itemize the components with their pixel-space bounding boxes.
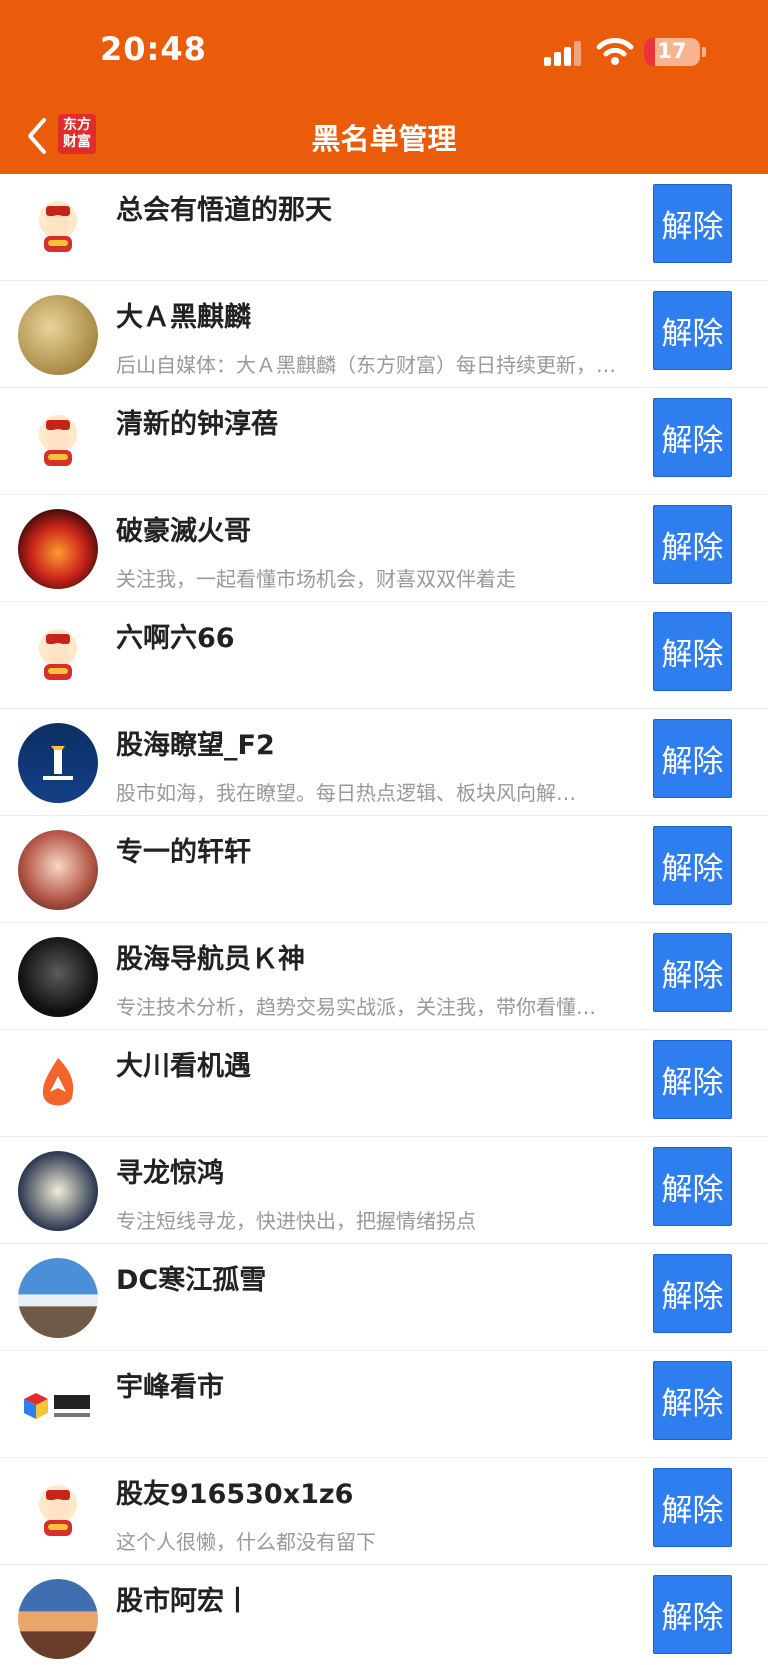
battery-level: 17 <box>657 39 687 63</box>
user-name[interactable]: 大川看机遇 <box>116 1044 251 1083</box>
battery-icon: 17 <box>644 38 700 66</box>
unblock-button[interactable]: 解除 <box>653 612 732 691</box>
avatar[interactable] <box>18 1258 98 1338</box>
unblock-button[interactable]: 解除 <box>653 291 732 370</box>
unblock-button[interactable]: 解除 <box>653 1575 732 1654</box>
avatar[interactable] <box>18 830 98 910</box>
user-description: 这个人很懒，什么都没有留下 <box>116 1530 376 1554</box>
user-description: 专注技术分析，趋势交易实战派，关注我，带你看懂… <box>116 995 596 1019</box>
user-name[interactable]: 专一的轩轩 <box>116 830 251 869</box>
list-item[interactable]: 股海导航员Ｋ神专注技术分析，趋势交易实战派，关注我，带你看懂… 解除 <box>0 923 768 1030</box>
user-description: 关注我，一起看懂市场机会，财喜双双伴着走 <box>116 567 516 591</box>
avatar[interactable] <box>18 937 98 1017</box>
avatar[interactable] <box>18 616 98 696</box>
user-description: 后山自媒体：大Ａ黑麒麟（东方财富）每日持续更新，… <box>116 353 616 377</box>
list-item[interactable]: 六啊六66 解除 <box>0 602 768 709</box>
list-item[interactable]: 宇峰看市 解除 <box>0 1351 768 1458</box>
list-item[interactable]: 破豪滅火哥关注我，一起看懂市场机会，财喜双双伴着走 解除 <box>0 495 768 602</box>
unblock-button[interactable]: 解除 <box>653 1040 732 1119</box>
app-header: 20:48 17 东方 财富 黑名单管理 <box>0 0 768 174</box>
unblock-button[interactable]: 解除 <box>653 398 732 477</box>
page-title: 黑名单管理 <box>311 122 457 156</box>
unblock-button[interactable]: 解除 <box>653 1147 732 1226</box>
avatar[interactable] <box>18 188 98 268</box>
user-name[interactable]: 大Ａ黑麒麟 <box>116 295 251 334</box>
yufeng-logo-icon <box>24 1393 90 1419</box>
list-item[interactable]: 总会有悟道的那天 解除 <box>0 174 768 281</box>
user-name[interactable]: 寻龙惊鸿 <box>116 1151 224 1190</box>
list-item[interactable]: 股海瞭望_F2 股市如海，我在瞭望。每日热点逻辑、板块风向解… 解除 <box>0 709 768 816</box>
user-name[interactable]: 宇峰看市 <box>116 1365 224 1404</box>
wifi-icon <box>596 38 634 65</box>
user-description: 专注短线寻龙，快进快出，把握情绪拐点 <box>116 1209 476 1233</box>
list-item[interactable]: DC寒江孤雪 解除 <box>0 1244 768 1351</box>
avatar[interactable] <box>18 1472 98 1552</box>
unblock-button[interactable]: 解除 <box>653 1361 732 1440</box>
list-item[interactable]: 清新的钟淳蓓 解除 <box>0 388 768 495</box>
list-item[interactable]: 专一的轩轩 解除 <box>0 816 768 923</box>
unblock-button[interactable]: 解除 <box>653 826 732 905</box>
avatar[interactable] <box>18 402 98 482</box>
list-item[interactable]: 寻龙惊鸿专注短线寻龙，快进快出，把握情绪拐点 解除 <box>0 1137 768 1244</box>
fortune-god-icon <box>44 1490 72 1536</box>
cellular-signal-icon <box>544 40 584 66</box>
list-item[interactable]: 股友916530x1z6 这个人很懒，什么都没有留下 解除 <box>0 1458 768 1565</box>
user-name[interactable]: DC寒江孤雪 <box>116 1258 266 1297</box>
user-name[interactable]: 股市阿宏丨 <box>116 1579 251 1618</box>
rocket-icon <box>42 1058 74 1106</box>
avatar[interactable] <box>18 1044 98 1124</box>
list-item[interactable]: 大川看机遇 解除 <box>0 1030 768 1137</box>
status-time: 20:48 <box>100 30 207 68</box>
unblock-button[interactable]: 解除 <box>653 505 732 584</box>
fortune-god-icon <box>44 420 72 466</box>
user-name[interactable]: 股海导航员Ｋ神 <box>116 937 305 976</box>
avatar[interactable] <box>18 509 98 589</box>
lighthouse-icon <box>43 746 73 780</box>
user-name[interactable]: 股海瞭望_F2 <box>116 723 275 762</box>
avatar[interactable] <box>18 1151 98 1231</box>
fortune-god-icon <box>44 634 72 680</box>
unblock-button[interactable]: 解除 <box>653 933 732 1012</box>
battery-cap <box>702 47 706 57</box>
avatar[interactable] <box>18 1579 98 1659</box>
unblock-button[interactable]: 解除 <box>653 719 732 798</box>
unblock-button[interactable]: 解除 <box>653 1254 732 1333</box>
avatar[interactable] <box>18 295 98 375</box>
list-item[interactable]: 股市阿宏丨 解除 <box>0 1565 768 1665</box>
user-name[interactable]: 六啊六66 <box>116 616 235 655</box>
user-name[interactable]: 破豪滅火哥 <box>116 509 251 548</box>
avatar[interactable] <box>18 1365 98 1445</box>
fortune-god-icon <box>44 206 72 252</box>
unblock-button[interactable]: 解除 <box>653 1468 732 1547</box>
user-description: 股市如海，我在瞭望。每日热点逻辑、板块风向解… <box>116 781 576 805</box>
user-name[interactable]: 清新的钟淳蓓 <box>116 402 278 441</box>
avatar[interactable] <box>18 723 98 803</box>
user-name[interactable]: 总会有悟道的那天 <box>116 188 332 227</box>
blacklist: 总会有悟道的那天 解除 大Ａ黑麒麟 后山自媒体：大Ａ黑麒麟（东方财富）每日持续更新，…… <box>0 174 768 1665</box>
user-name[interactable]: 股友916530x1z6 <box>116 1472 353 1511</box>
list-item[interactable]: 大Ａ黑麒麟后山自媒体：大Ａ黑麒麟（东方财富）每日持续更新，… 解除 <box>0 281 768 388</box>
unblock-button[interactable]: 解除 <box>653 184 732 263</box>
